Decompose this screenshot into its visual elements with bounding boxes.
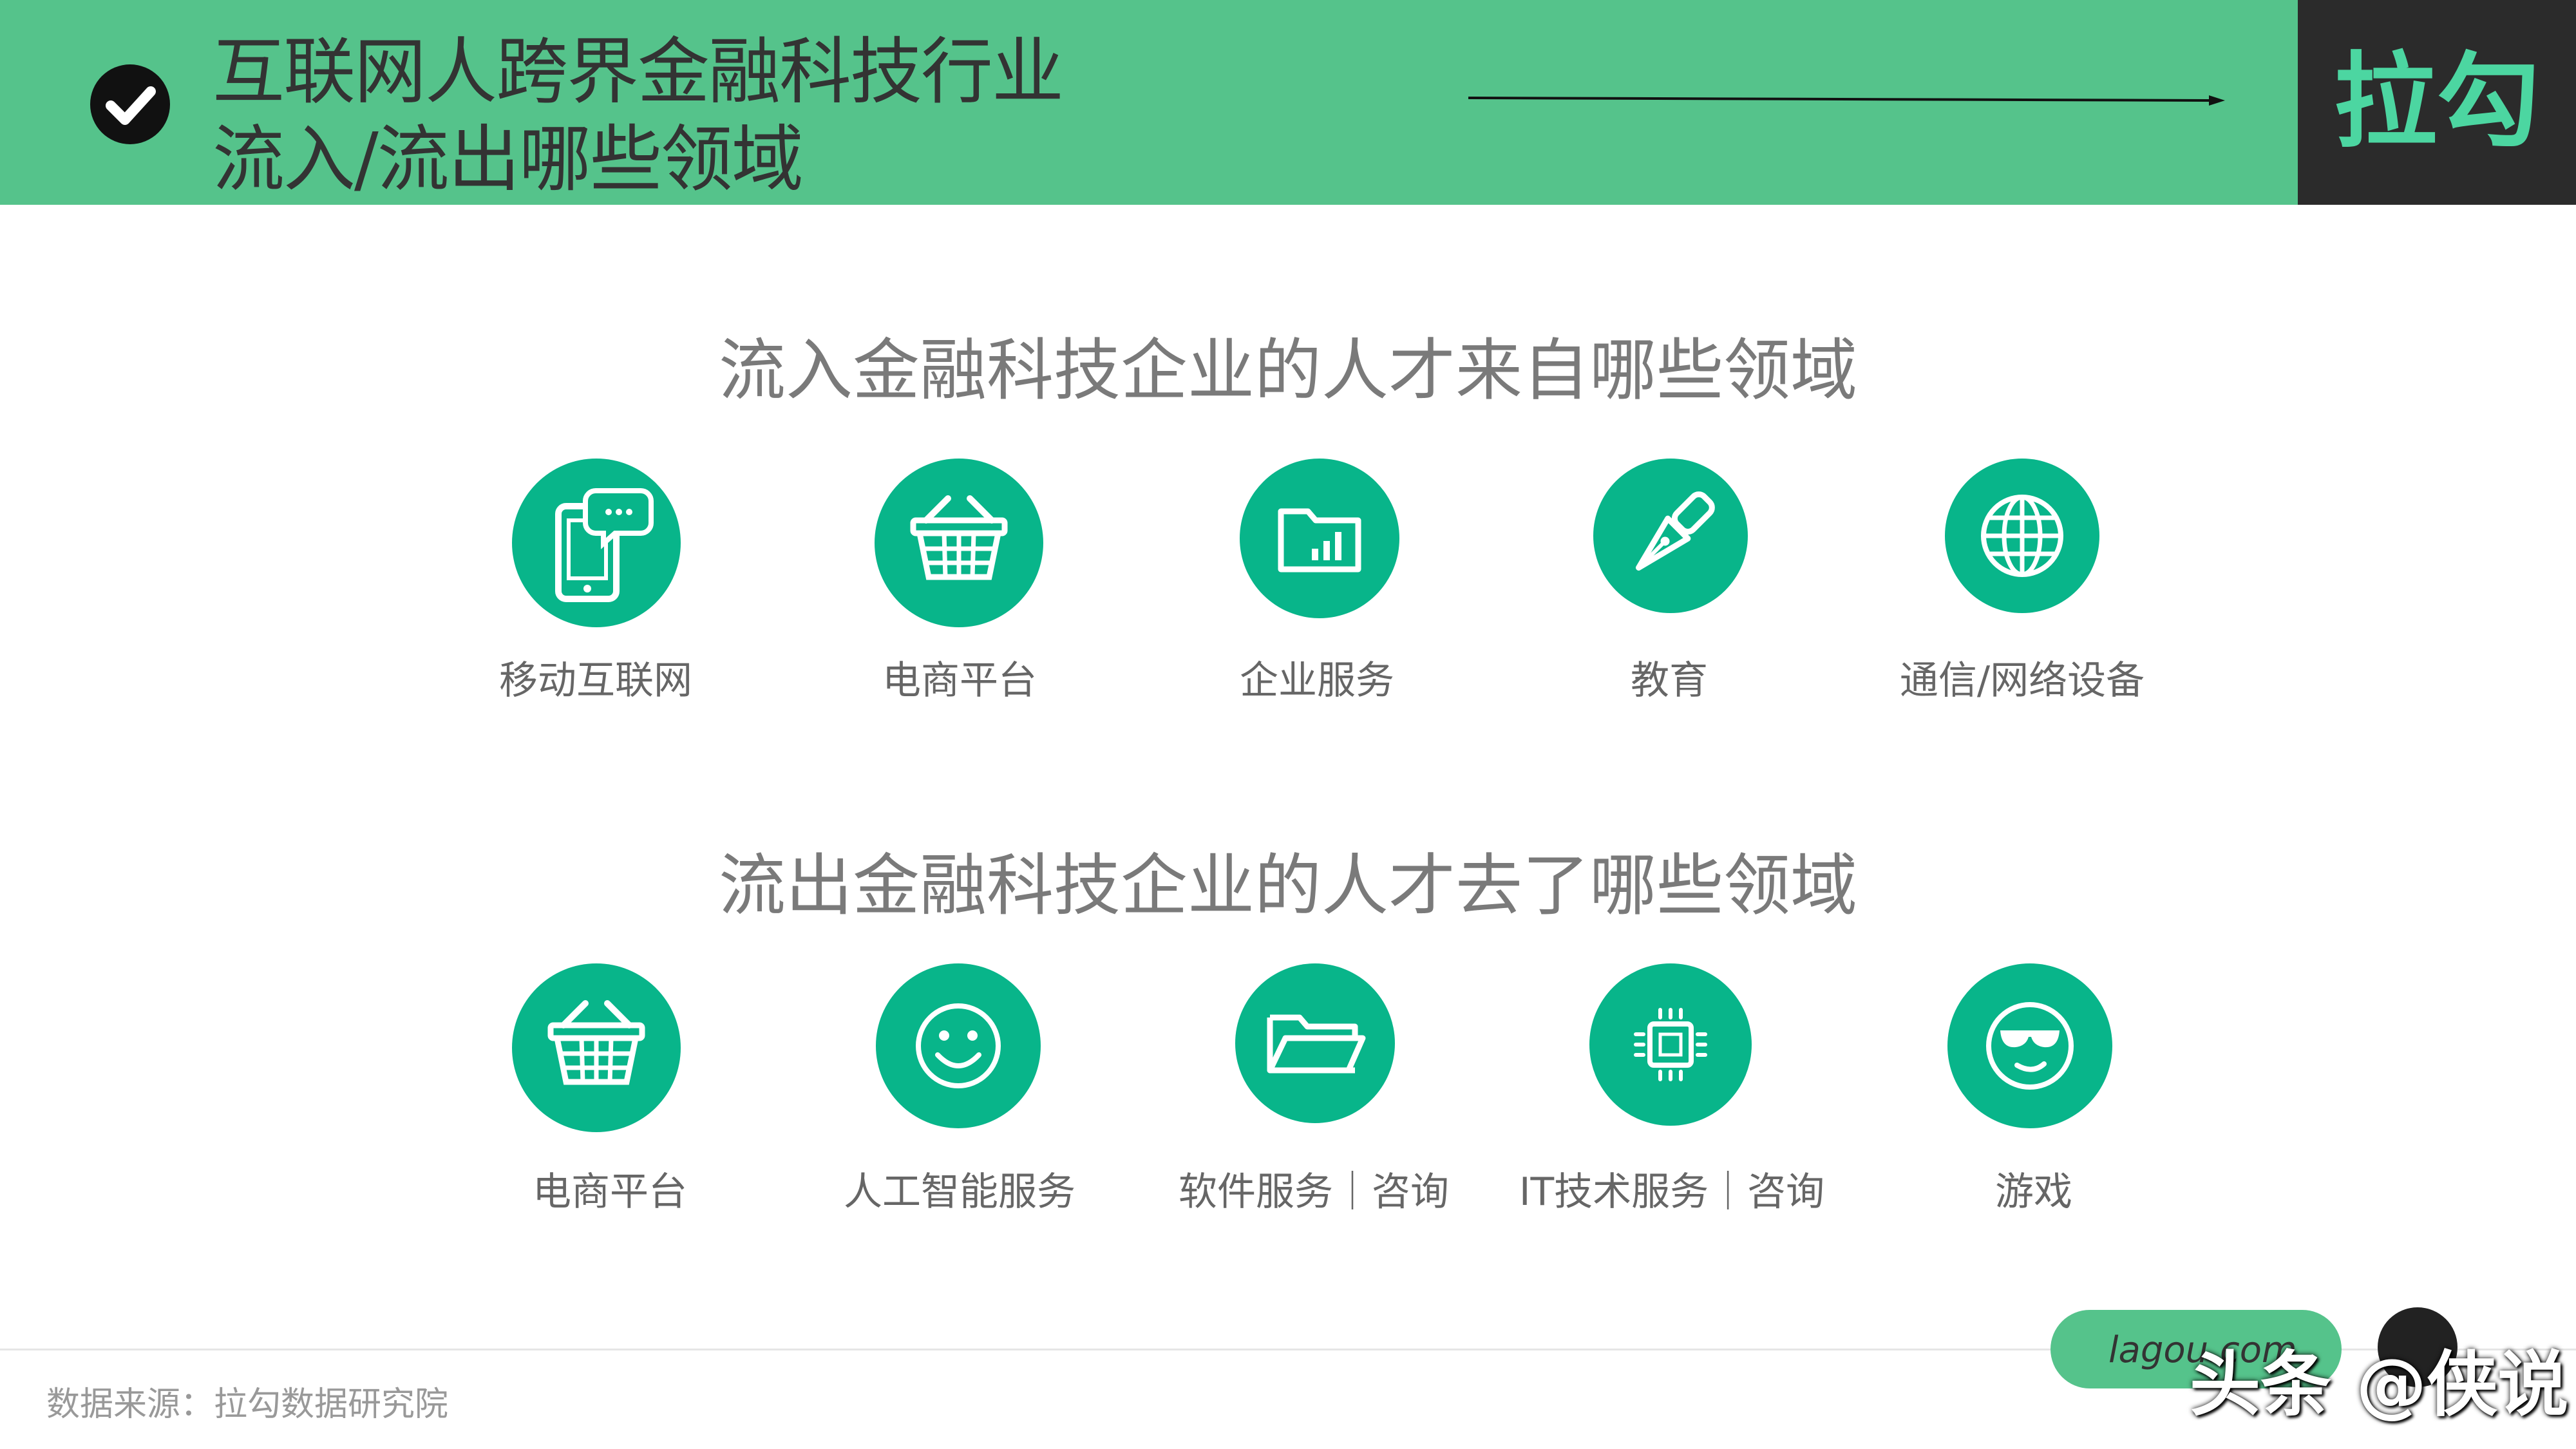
outflow-item-ai-service: 人工智能服务 [766, 963, 1153, 1273]
sunglasses-face-icon [1947, 963, 2112, 1128]
outflow-item-label: 游戏 [1995, 1170, 2072, 1215]
chip-icon [1589, 963, 1752, 1126]
outflow-item-software-service: 软件服务｜咨询 [1121, 963, 1507, 1273]
brand-box: 拉勾 [2298, 0, 2576, 205]
header-bar: 互联网人跨界金融科技行业 流入/流出哪些领域 [0, 0, 2298, 205]
smiley-icon [876, 963, 1041, 1128]
page-title-line1: 互联网人跨界金融科技行业 [213, 30, 1064, 114]
brand-logo: 拉勾 [2333, 41, 2540, 162]
shopping-basket-icon [512, 963, 681, 1132]
pen-nib-icon [1593, 459, 1748, 613]
folder-chart-icon [1240, 459, 1399, 618]
globe-icon [1945, 459, 2099, 613]
inflow-item-label: 移动互联网 [499, 658, 692, 703]
inflow-row: 移动互联网 电商平台 企业服务 教育 通信/网络设备 [0, 459, 2576, 768]
page-title: 互联网人跨界金融科技行业 流入/流出哪些领域 [213, 28, 1307, 204]
inflow-item-label: 教育 [1631, 658, 1708, 703]
inflow-section-title: 流入金融科技企业的人才来自哪些领域 [718, 331, 1857, 410]
inflow-item-mobile-internet: 移动互联网 [402, 459, 789, 768]
data-source-note: 数据来源：拉勾数据研究院 [46, 1385, 449, 1424]
inflow-item-label: 企业服务 [1240, 658, 1394, 703]
arrow-right-icon [1468, 95, 2225, 106]
outflow-item-it-service: IT技术服务｜咨询 [1479, 963, 1865, 1273]
outflow-item-label: 电商平台 [533, 1170, 687, 1215]
inflow-item-enterprise-service: 企业服务 [1124, 459, 1510, 768]
inflow-item-ecommerce: 电商平台 [766, 459, 1153, 768]
inflow-item-education: 教育 [1476, 459, 1862, 768]
outflow-section-title: 流出金融科技企业的人才去了哪些领域 [718, 846, 1857, 925]
outflow-item-ecommerce: 电商平台 [402, 963, 789, 1273]
inflow-item-telecom-network: 通信/网络设备 [1829, 459, 2215, 768]
shopping-basket-icon [875, 459, 1043, 627]
outflow-item-label: 软件服务｜咨询 [1179, 1170, 1449, 1215]
inflow-item-label: 通信/网络设备 [1899, 658, 2145, 703]
mobile-chat-icon [512, 459, 681, 627]
page-title-line2: 流入/流出哪些领域 [213, 118, 804, 202]
check-circle-icon [90, 64, 170, 144]
outflow-item-game: 游戏 [1841, 963, 2227, 1273]
outflow-item-label: 人工智能服务 [844, 1170, 1075, 1215]
inflow-item-label: 电商平台 [882, 658, 1037, 703]
open-folder-icon [1235, 963, 1395, 1123]
outflow-row: 电商平台 人工智能服务 软件服务｜咨询 IT技术服务｜咨询 游戏 [0, 963, 2576, 1273]
watermark: 头条 @侠说 [2190, 1343, 2569, 1426]
outflow-item-label: IT技术服务｜咨询 [1519, 1170, 1825, 1215]
